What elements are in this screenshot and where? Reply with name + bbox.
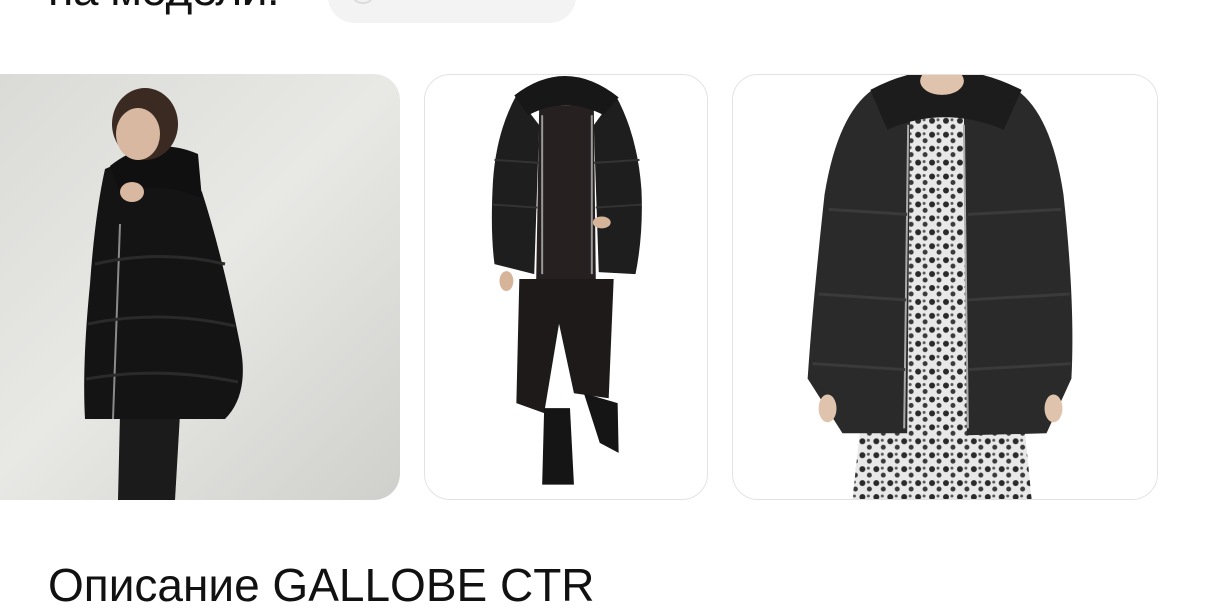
model-photo-puffer-front-full-length	[425, 75, 707, 499]
photo-gallery	[0, 74, 1206, 500]
gallery-card-3[interactable]	[732, 74, 1158, 500]
search-icon	[350, 0, 376, 4]
model-photo-puffer-with-dress	[733, 75, 1157, 499]
model-photo-hooded-puffer-side	[0, 74, 400, 500]
gallery-card-1[interactable]	[0, 74, 400, 500]
gallery-card-2[interactable]	[424, 74, 708, 500]
section-heading: на модели:	[48, 0, 280, 16]
description-heading: Описание GALLOBE CTR	[48, 559, 595, 611]
filter-pill[interactable]	[328, 0, 576, 23]
